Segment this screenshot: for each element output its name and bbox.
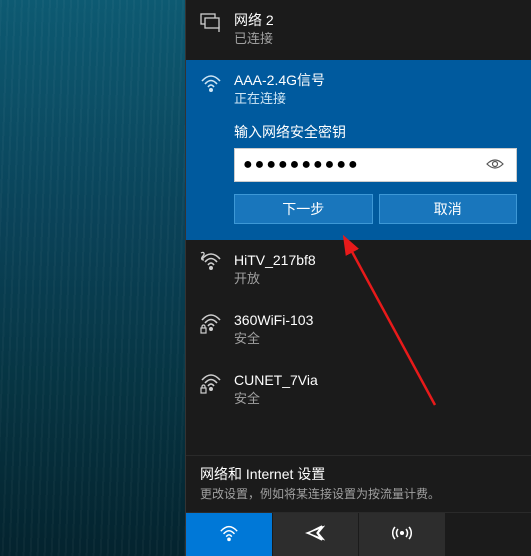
cancel-button[interactable]: 取消: [379, 194, 518, 224]
hotspot-tab[interactable]: [359, 513, 445, 556]
settings-subtitle: 更改设置，例如将某连接设置为按流量计费。: [200, 486, 517, 502]
network-flyout: 网络 2 已连接 AAA-2.4G信号 正在连接 输入网络安全密钥 ●●●: [185, 0, 531, 556]
airplane-icon: [305, 523, 325, 546]
network-name: HiTV_217bf8: [234, 250, 517, 270]
wifi-secure-icon: [200, 312, 222, 334]
connected-network-status: 已连接: [234, 30, 517, 48]
bottom-spacer: [446, 513, 531, 556]
password-input-wrapper: ●●●●●●●●●●: [234, 148, 517, 182]
network-name: 360WiFi-103: [234, 310, 517, 330]
cancel-button-label: 取消: [434, 199, 462, 219]
next-button-label: 下一步: [282, 199, 324, 219]
wifi-tab[interactable]: [186, 513, 272, 556]
wifi-icon: [200, 72, 222, 94]
connecting-network-panel: AAA-2.4G信号 正在连接 输入网络安全密钥 ●●●●●●●●●● 下一步: [186, 60, 531, 240]
wifi-icon: [219, 523, 239, 546]
network-item[interactable]: HiTV_217bf8 开放: [186, 240, 531, 300]
connected-network-item[interactable]: 网络 2 已连接: [186, 0, 531, 60]
network-item[interactable]: CUNET_7Via 安全: [186, 360, 531, 420]
desktop-background: [0, 0, 185, 556]
bottom-tab-bar: [186, 512, 531, 556]
network-status: 安全: [234, 330, 517, 348]
wifi-secure-icon: [200, 372, 222, 394]
network-status: 开放: [234, 270, 517, 288]
connecting-network-status: 正在连接: [234, 90, 517, 108]
network-settings-link[interactable]: 网络和 Internet 设置 更改设置，例如将某连接设置为按流量计费。: [186, 455, 531, 512]
wifi-open-icon: [200, 252, 222, 274]
password-label: 输入网络安全密钥: [234, 122, 517, 142]
hotspot-icon: [392, 523, 412, 546]
connecting-network-name: AAA-2.4G信号: [234, 70, 517, 90]
network-name: CUNET_7Via: [234, 370, 517, 390]
show-password-icon[interactable]: [482, 157, 508, 174]
connecting-network-header[interactable]: AAA-2.4G信号 正在连接: [200, 70, 517, 108]
network-item[interactable]: 360WiFi-103 安全: [186, 300, 531, 360]
connected-network-name: 网络 2: [234, 10, 517, 30]
airplane-mode-tab[interactable]: [273, 513, 359, 556]
network-status: 安全: [234, 390, 517, 408]
next-button[interactable]: 下一步: [234, 194, 373, 224]
settings-title: 网络和 Internet 设置: [200, 464, 517, 484]
ethernet-icon: [200, 12, 222, 34]
password-input[interactable]: ●●●●●●●●●●: [243, 156, 482, 174]
